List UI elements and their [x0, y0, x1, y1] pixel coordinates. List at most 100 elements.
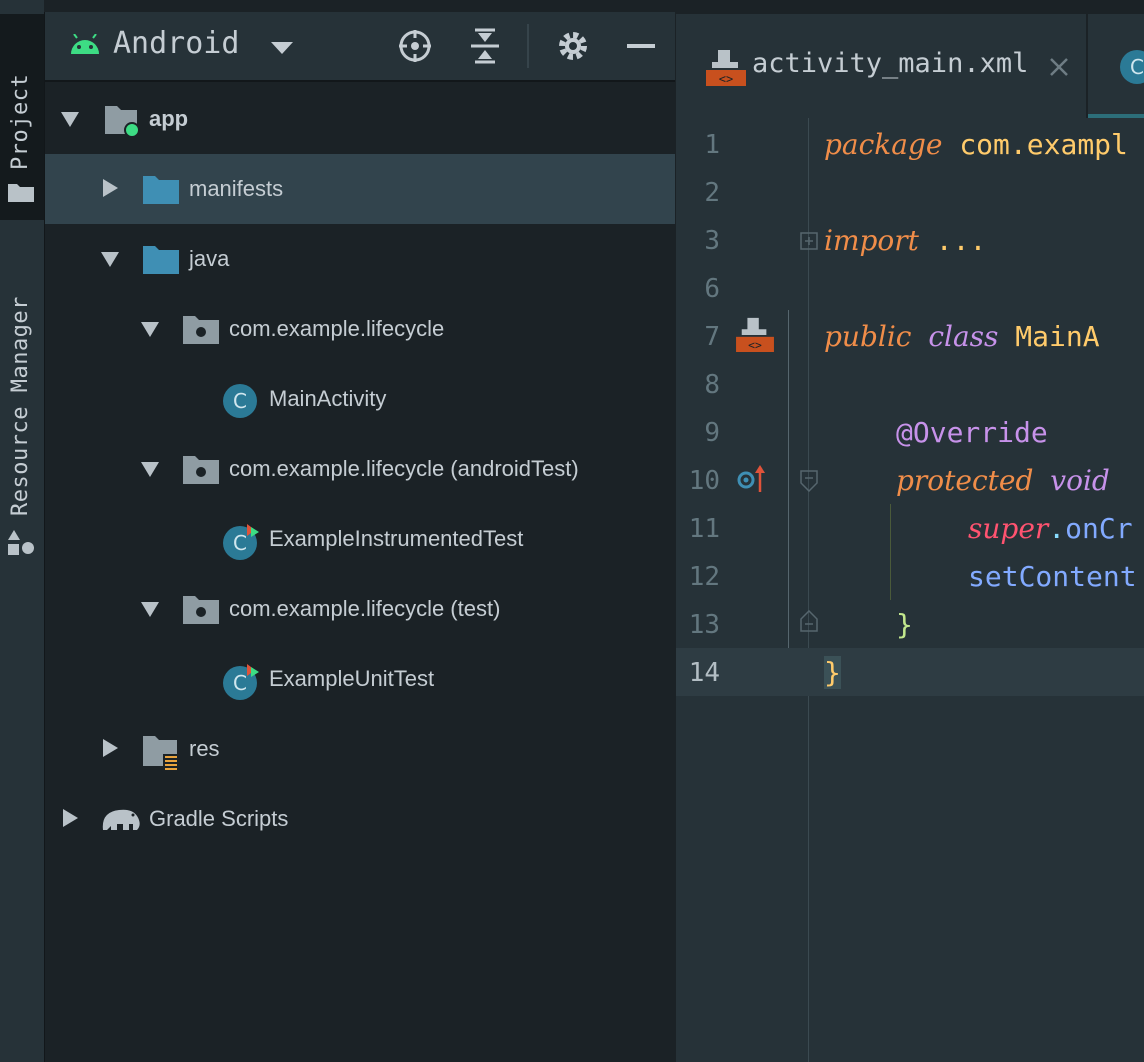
tree-item-test-class[interactable]: C ExampleInstrumentedTest: [45, 504, 675, 574]
line-number: 3: [704, 226, 720, 256]
tree-item-label: java: [189, 246, 230, 271]
editor-tab-bar: <> activity_main.xml C: [676, 0, 1144, 118]
tree-item-java[interactable]: java: [45, 224, 675, 294]
collapse-arrow-icon[interactable]: [63, 809, 78, 827]
line-number: 9: [704, 418, 720, 448]
collapse-arrow-icon[interactable]: [103, 739, 118, 757]
collapse-arrow-icon[interactable]: [103, 179, 118, 197]
code-line[interactable]: 8: [676, 360, 1144, 408]
line-number: 7: [704, 322, 720, 352]
svg-text:<>: <>: [748, 338, 762, 352]
code-line[interactable]: 12 setContent: [676, 552, 1144, 600]
code-line[interactable]: 6: [676, 264, 1144, 312]
project-tool-label: Project: [8, 73, 33, 170]
package-icon: [183, 456, 219, 484]
module-folder-icon: [105, 106, 140, 138]
shapes-icon: [8, 530, 34, 555]
tab-label: activity_main.xml: [752, 48, 1029, 79]
expand-arrow-icon[interactable]: [101, 252, 119, 267]
xml-layout-icon: <>: [706, 50, 746, 86]
locate-target-icon[interactable]: [397, 28, 433, 64]
tree-item-label: Gradle Scripts: [149, 806, 289, 831]
tab-activity-main-xml[interactable]: <> activity_main.xml: [676, 14, 1086, 118]
resource-manager-tool-button[interactable]: Resource Manager: [0, 246, 44, 566]
tree-item-label: MainActivity: [269, 386, 387, 411]
expand-arrow-icon[interactable]: [141, 322, 159, 337]
svg-text:C: C: [233, 671, 247, 695]
line-number: 11: [688, 514, 720, 544]
project-tool-button[interactable]: Project: [0, 14, 44, 220]
tree-item-package[interactable]: com.example.lifecycle (androidTest): [45, 434, 675, 504]
android-icon: [71, 34, 99, 54]
code-line[interactable]: 11 super.onCr: [676, 504, 1144, 600]
package-icon: [183, 596, 219, 624]
line-number: 1: [704, 130, 720, 160]
test-class-icon: C: [223, 664, 259, 700]
tree-item-class[interactable]: C MainActivity: [45, 364, 675, 434]
tool-window-strip: Project Resource Manager: [0, 0, 44, 1062]
code-text: super.onCr: [968, 512, 1133, 545]
xml-layout-icon[interactable]: <>: [736, 316, 774, 352]
tree-item-gradle-scripts[interactable]: Gradle Scripts: [45, 784, 675, 854]
tab-main-activity[interactable]: C: [1088, 14, 1144, 118]
class-icon: C: [223, 384, 257, 418]
code-line[interactable]: 10 protected void: [676, 456, 1144, 504]
code-line[interactable]: 9 @Override: [676, 408, 1144, 456]
code-text: }: [896, 608, 913, 641]
tree-item-manifests[interactable]: manifests: [45, 154, 675, 224]
line-number: 2: [704, 178, 720, 208]
hide-panel-icon[interactable]: [625, 28, 657, 64]
tree-item-package[interactable]: com.example.lifecycle (test): [45, 574, 675, 644]
folder-icon: [143, 176, 179, 204]
project-view-selector[interactable]: Android: [113, 26, 239, 61]
code-text: public class MainA: [824, 320, 1100, 353]
tree-item-label: com.example.lifecycle: [229, 316, 445, 341]
expand-arrow-icon[interactable]: [61, 112, 79, 127]
tree-item-app[interactable]: app: [45, 84, 675, 154]
code-text: protected void: [896, 464, 1110, 497]
tree-item-label: com.example.lifecycle (androidTest): [229, 456, 579, 481]
tree-item-label: app: [149, 106, 189, 131]
close-icon[interactable]: [1048, 56, 1070, 78]
code-text: package com.exampl: [824, 128, 1128, 161]
gear-icon[interactable]: [555, 28, 591, 64]
expand-arrow-icon[interactable]: [141, 462, 159, 477]
line-number: 10: [688, 466, 720, 496]
fold-collapse-icon[interactable]: [800, 470, 818, 492]
svg-text:C: C: [1130, 55, 1144, 79]
fold-end-icon[interactable]: [800, 610, 818, 632]
resource-folder-icon: [143, 736, 179, 770]
tree-item-label: manifests: [189, 176, 284, 201]
line-number: 14: [688, 658, 720, 688]
code-text: setContent: [968, 560, 1137, 593]
chevron-down-icon[interactable]: [271, 42, 293, 56]
expand-arrow-icon[interactable]: [141, 602, 159, 617]
line-number: 8: [704, 370, 720, 400]
tree-item-label: com.example.lifecycle (test): [229, 596, 501, 621]
tree-item-res[interactable]: res: [45, 714, 675, 784]
package-icon: [183, 316, 219, 344]
code-editor[interactable]: <> activity_main.xml C 1 package com.exa…: [676, 0, 1144, 1062]
project-panel-header: Android: [45, 12, 675, 82]
code-line[interactable]: 1 package com.exampl: [676, 120, 1144, 168]
tree-item-test-class[interactable]: C ExampleUnitTest: [45, 644, 675, 714]
code-line[interactable]: 2: [676, 168, 1144, 216]
code-line[interactable]: 13 }: [676, 600, 1144, 648]
svg-text:C: C: [233, 389, 247, 413]
line-number: 6: [704, 274, 720, 304]
code-line[interactable]: 7 <> public class MainA: [676, 312, 1144, 360]
tree-item-package[interactable]: com.example.lifecycle: [45, 294, 675, 364]
gradle-elephant-icon: [102, 809, 140, 830]
line-number: 13: [688, 610, 720, 640]
project-panel: Android app manifests java com.example.l…: [44, 12, 675, 1062]
override-method-icon[interactable]: [736, 464, 768, 494]
test-class-icon: C: [223, 524, 259, 560]
header-separator: [527, 24, 529, 68]
code-line[interactable]: 3 import ...: [676, 216, 1144, 264]
collapse-all-icon[interactable]: [469, 28, 501, 64]
code-text: }: [824, 656, 841, 689]
folder-icon: [8, 184, 34, 202]
fold-expand-icon[interactable]: [800, 232, 818, 250]
code-text: @Override: [896, 416, 1048, 449]
code-line-current[interactable]: 14 }: [676, 648, 1144, 696]
